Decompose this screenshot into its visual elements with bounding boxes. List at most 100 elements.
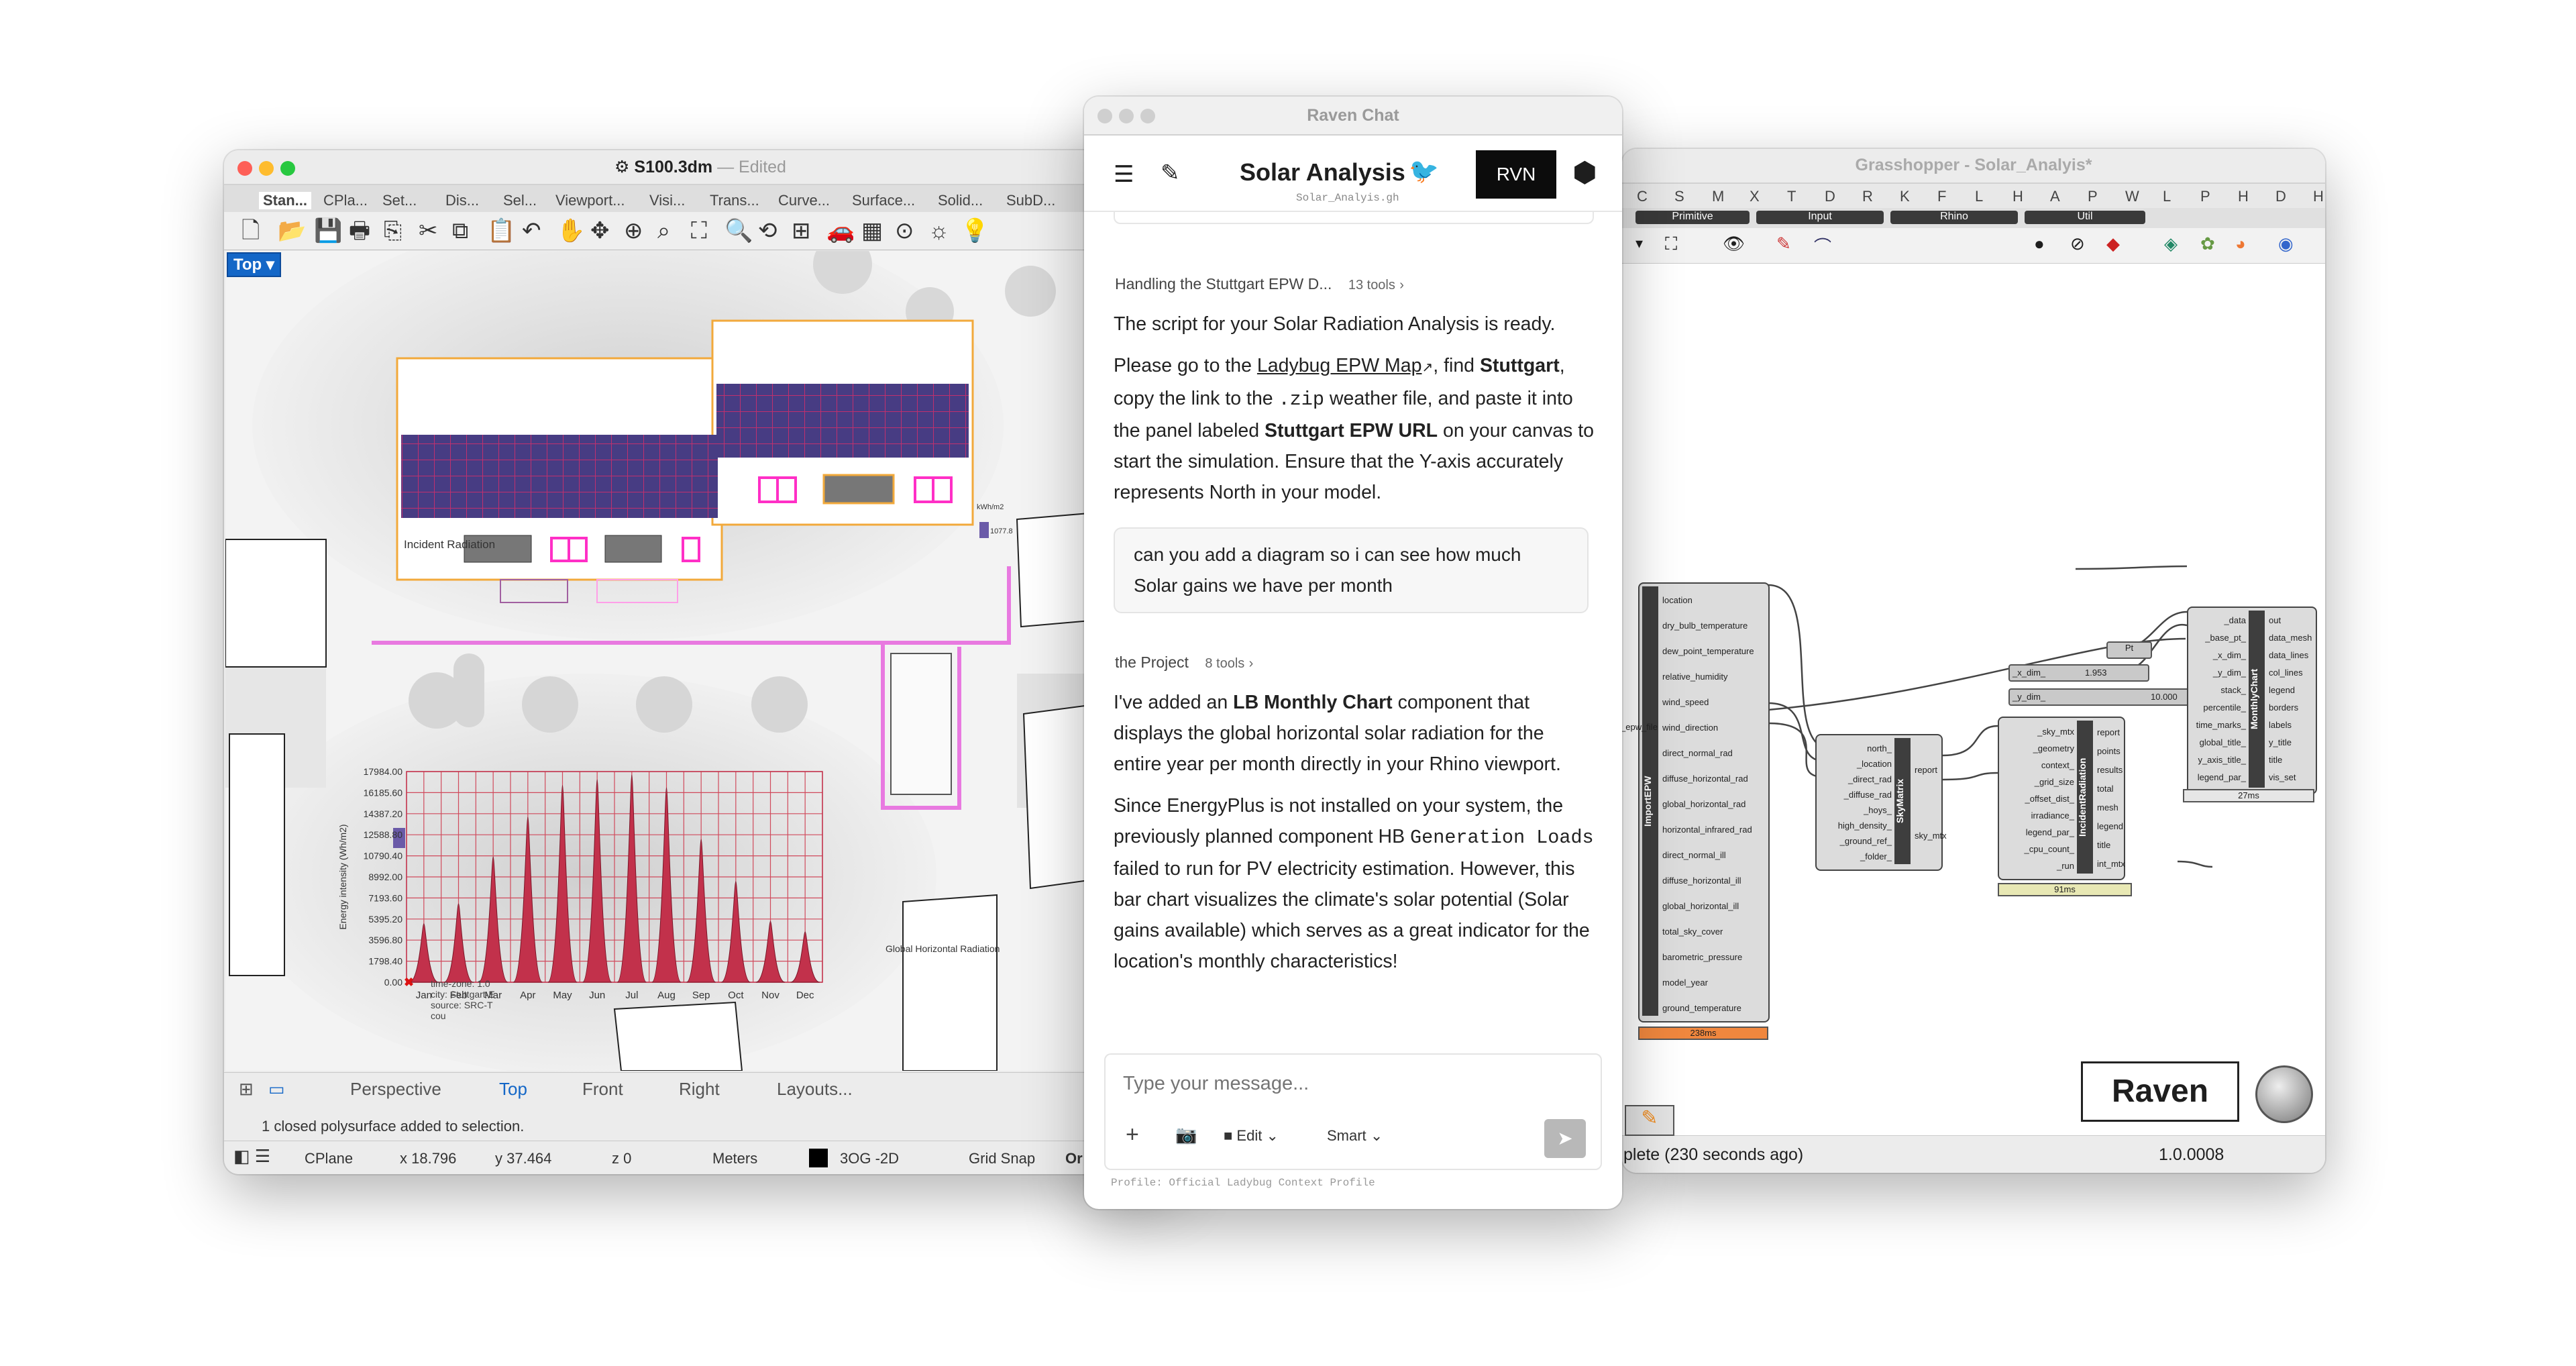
disable-icon[interactable]: ⊘ (2070, 233, 2085, 254)
import-epw-component[interactable]: ImportEPW location dry_bulb_temperature de… (1638, 582, 1770, 1022)
incident-radiation-component[interactable]: _sky_mtx _geometry context_ _grid_size _offs… (1998, 717, 2125, 880)
osnap-icon[interactable]: ⊙ (895, 217, 914, 244)
tab-subd[interactable]: SubD... (1006, 192, 1055, 209)
tab-transform[interactable]: Trans... (710, 192, 759, 209)
tab-standard[interactable]: Stan... (259, 192, 312, 209)
save-icon[interactable]: 💾 (314, 217, 342, 244)
menu-icon[interactable]: ☰ (1114, 161, 1134, 188)
plus-icon[interactable]: + (1126, 1122, 1139, 1148)
new-chat-icon[interactable]: ✎ (1161, 160, 1180, 187)
solver-icon[interactable]: ◆ (2106, 233, 2120, 254)
tab-util[interactable]: Util (2025, 211, 2145, 224)
tab-front[interactable]: Front (582, 1079, 623, 1100)
tab-input[interactable]: Input (1756, 211, 1884, 224)
epw-map-link[interactable]: Ladybug EPW Map (1257, 355, 1422, 376)
cut-icon[interactable]: ✂ (419, 217, 438, 244)
gh-tab-letter[interactable]: S (1674, 188, 1684, 205)
layer-label[interactable]: 3OG -2D (840, 1150, 899, 1167)
settings-hex-icon[interactable]: ⬢ (1572, 156, 1597, 189)
gh-tab-letter[interactable]: D (1825, 188, 1835, 205)
paste-icon[interactable]: 📋 (487, 217, 515, 244)
tab-surface[interactable]: Surface... (852, 192, 915, 209)
car-icon[interactable]: 🚗 (826, 217, 855, 244)
raven-avatar-icon[interactable] (2255, 1065, 2313, 1123)
gh-tab-letter[interactable]: C (1637, 188, 1648, 205)
grid-icon[interactable]: ⊞ (239, 1079, 254, 1100)
tab-solid[interactable]: Solid... (938, 192, 983, 209)
import-icon[interactable]: ⎘ (384, 217, 402, 244)
lights-icon[interactable]: ☼ (928, 217, 949, 244)
gh-tab-letter[interactable]: P (2200, 188, 2210, 205)
tab-top[interactable]: Top (499, 1079, 527, 1100)
sketch-icon[interactable]: ✎ (1776, 233, 1791, 254)
gh-tab-letter[interactable]: H (2238, 188, 2249, 205)
gh-tab-letter[interactable]: H (2012, 188, 2023, 205)
point-param[interactable]: Pt (2106, 641, 2152, 659)
curve-icon[interactable]: ⌒ (1814, 233, 1831, 258)
top-viewport[interactable]: Top ▾ Incident Radiation kWh/m2 1077.8 1… (225, 251, 1177, 1071)
send-button[interactable]: ➤ (1544, 1119, 1586, 1158)
plugin-icon[interactable]: ◉ (2278, 233, 2294, 254)
gh-tab-letter[interactable]: T (1787, 188, 1796, 205)
x-dim-slider[interactable]: _x_dim_ 1.953 (2008, 664, 2149, 682)
gh-tab-letter[interactable]: P (2088, 188, 2098, 205)
render-icon[interactable]: ▦ (861, 217, 883, 244)
message-input[interactable] (1122, 1068, 1580, 1099)
zoom-extents-icon[interactable]: ⛶ (1665, 233, 1677, 255)
chevron-down-icon[interactable]: ▾ (1635, 235, 1643, 252)
zoom-extents-icon[interactable]: ⛶ (691, 217, 707, 244)
gh-tab-letter[interactable]: X (1750, 188, 1760, 205)
copy-icon[interactable]: ⧉ (452, 217, 468, 244)
monthly-chart-component[interactable]: _data _base_pt_ _x_dim_ _y_dim_ stack_ percen… (2187, 607, 2317, 794)
tab-select[interactable]: Sel... (503, 192, 537, 209)
four-view-icon[interactable]: ⊞ (792, 217, 811, 244)
tab-layouts[interactable]: Layouts... (777, 1079, 853, 1100)
gh-tab-letter[interactable]: L (1975, 188, 1983, 205)
tab-curve[interactable]: Curve... (778, 192, 830, 209)
rvn-button[interactable]: RVN (1476, 150, 1556, 199)
tool-step-2[interactable]: the Project 8 tools › (1115, 653, 1253, 672)
pan-icon[interactable]: ✋ (557, 217, 585, 244)
gh-tab-letter[interactable]: R (1862, 188, 1873, 205)
rotate-view-icon[interactable]: ✥ (590, 217, 610, 244)
tab-primitive[interactable]: Primitive (1635, 211, 1750, 224)
sky-matrix-component[interactable]: north_ _location _direct_rad _diffuse_rad _h… (1815, 734, 1947, 871)
gh-tab-letter[interactable]: K (1900, 188, 1910, 205)
gh-tab-letter[interactable]: L (2163, 188, 2171, 205)
single-view-icon[interactable]: ▭ (268, 1079, 285, 1100)
tab-visibility[interactable]: Visi... (649, 192, 685, 209)
rotate-icon[interactable]: ⟲ (758, 217, 777, 244)
ortho-toggle[interactable]: Or (1065, 1150, 1083, 1167)
tab-viewport[interactable]: Viewport... (555, 192, 625, 209)
tab-display[interactable]: Dis... (445, 192, 479, 209)
tool-step-1[interactable]: Handling the Stuttgart EPW D... 13 tools… (1115, 275, 1404, 293)
open-icon[interactable]: 📂 (278, 217, 306, 244)
zoom-dynamic-icon[interactable]: ⊕ (624, 217, 643, 244)
grid-snap-toggle[interactable]: Grid Snap (969, 1150, 1035, 1167)
edit-mode-dropdown[interactable]: ■ Edit ⌄ (1224, 1127, 1279, 1145)
gh-tab-letter[interactable]: M (1712, 188, 1724, 205)
zoom-selected-icon[interactable]: 🔍 (724, 217, 753, 244)
zoom-window-icon[interactable]: ⌕ (657, 217, 670, 244)
units-label[interactable]: Meters (712, 1150, 757, 1167)
plugin-icon[interactable]: ✿ (2200, 233, 2215, 254)
panel-icon[interactable]: ◧ ☰ (233, 1146, 270, 1167)
grasshopper-icon[interactable]: ✎ (1625, 1105, 1674, 1136)
viewport-label[interactable]: Top ▾ (227, 252, 281, 277)
tab-set-view[interactable]: Set... (382, 192, 417, 209)
undo-icon[interactable]: ↶ (522, 217, 541, 244)
plugin-icon[interactable]: ◕ (2235, 233, 2246, 254)
gh-tab-letter[interactable]: H (2313, 188, 2324, 205)
gh-tab-letter[interactable]: W (2125, 188, 2139, 205)
bulb-icon[interactable]: 💡 (961, 217, 989, 244)
raven-logo[interactable]: Raven (2081, 1061, 2239, 1122)
camera-icon[interactable]: 📷 (1175, 1124, 1197, 1145)
tab-rhino[interactable]: Rhino (1890, 211, 2018, 224)
plugin-icon[interactable]: ◈ (2164, 233, 2178, 254)
preview-icon[interactable]: ● (2034, 233, 2045, 254)
gh-tab-letter[interactable]: D (2275, 188, 2286, 205)
gh-tab-letter[interactable]: F (1937, 188, 1946, 205)
tab-right[interactable]: Right (679, 1079, 720, 1100)
print-icon[interactable]: 🖶 (349, 217, 370, 244)
new-file-icon[interactable]: 🗋 (241, 217, 260, 244)
